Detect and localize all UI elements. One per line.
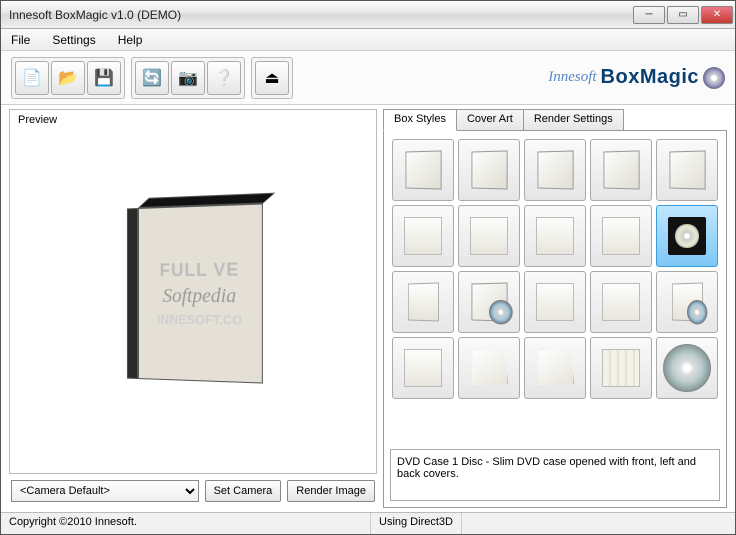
software-box-3-icon — [537, 150, 574, 190]
open-icon: 📂 — [58, 68, 78, 88]
brand-product: BoxMagic — [601, 66, 699, 89]
tabs: Box Styles Cover Art Render Settings — [383, 109, 727, 131]
menu-settings[interactable]: Settings — [48, 31, 99, 49]
curved-sheet-icon — [470, 349, 508, 387]
menubar: File Settings Help — [1, 29, 735, 51]
style-striped-booklet[interactable] — [590, 337, 652, 399]
maximize-button[interactable]: ▭ — [667, 6, 699, 24]
tool-group-file: 📄 📂 💾 — [11, 57, 125, 99]
style-flat-cover-2[interactable] — [458, 205, 520, 267]
styles-grid — [390, 137, 720, 443]
flat-square-1-icon — [536, 283, 574, 321]
thin-box-1-icon — [408, 282, 439, 322]
flat-square-2-icon — [602, 283, 640, 321]
style-software-box-thick[interactable] — [656, 139, 718, 201]
menu-help[interactable]: Help — [114, 31, 147, 49]
new-icon: 📄 — [22, 68, 42, 88]
preview-label: Preview — [16, 114, 59, 126]
content: Preview FULL VE Softpedia INNESOFT.CO — [1, 105, 735, 512]
style-thin-box-1[interactable] — [392, 271, 454, 333]
flat-cover-4-icon — [602, 217, 640, 255]
close-button[interactable]: ✕ — [701, 6, 733, 24]
tab-render-settings[interactable]: Render Settings — [523, 109, 624, 131]
tool-group-exit: ⏏ — [251, 57, 293, 99]
app-window: Innesoft BoxMagic v1.0 (DEMO) ─ ▭ ✕ File… — [0, 0, 736, 535]
menu-file[interactable]: File — [7, 31, 34, 49]
open-button[interactable]: 📂 — [51, 61, 85, 95]
help-button[interactable]: ❔ — [207, 61, 241, 95]
flat-cover-1-icon — [404, 217, 442, 255]
tool-group-actions: 🔄 📷 ❔ — [131, 57, 245, 99]
watermark-1: FULL VE — [160, 259, 240, 281]
save-button[interactable]: 💾 — [87, 61, 121, 95]
exit-icon: ⏏ — [264, 68, 279, 88]
status-engine: Using Direct3D — [371, 513, 462, 534]
watermark-2: Softpedia — [163, 285, 237, 308]
style-flat-panel[interactable] — [392, 337, 454, 399]
flat-panel-icon — [404, 349, 442, 387]
box-with-discs-icon — [471, 282, 508, 322]
disc-only-icon — [663, 344, 711, 392]
new-button[interactable]: 📄 — [15, 61, 49, 95]
style-description: DVD Case 1 Disc - Slim DVD case opened w… — [390, 449, 720, 501]
preview-canvas[interactable]: FULL VE Softpedia INNESOFT.CO — [14, 118, 372, 469]
style-disc-only[interactable] — [656, 337, 718, 399]
style-box-with-discs[interactable] — [458, 271, 520, 333]
toolbar: 📄 📂 💾 🔄 📷 ❔ ⏏ Innesoft BoxMagic — [1, 51, 735, 105]
style-software-box-1[interactable] — [392, 139, 454, 201]
preview-pane: Preview FULL VE Softpedia INNESOFT.CO — [9, 109, 377, 474]
style-flat-cover-3[interactable] — [524, 205, 586, 267]
style-software-box-2[interactable] — [458, 139, 520, 201]
refresh-icon: 🔄 — [142, 68, 162, 88]
software-box-thick-icon — [669, 150, 706, 190]
style-software-box-3[interactable] — [524, 139, 586, 201]
exit-button[interactable]: ⏏ — [255, 61, 289, 95]
help-icon: ❔ — [214, 68, 234, 88]
style-thin-with-disc[interactable] — [656, 271, 718, 333]
bowtie-sheet-icon — [536, 349, 574, 387]
tab-box-styles[interactable]: Box Styles — [383, 109, 457, 131]
software-box-2-icon — [471, 150, 508, 190]
thin-with-disc-icon — [672, 282, 703, 322]
style-flat-cover-4[interactable] — [590, 205, 652, 267]
status-copyright: Copyright ©2010 Innesoft. — [1, 513, 371, 534]
refresh-button[interactable]: 🔄 — [135, 61, 169, 95]
preview-controls: <Camera Default> Set Camera Render Image — [9, 474, 377, 508]
tab-cover-art[interactable]: Cover Art — [456, 109, 524, 131]
software-box-4-icon — [603, 150, 640, 190]
camera-select[interactable]: <Camera Default> — [11, 480, 199, 502]
watermark-3: INNESOFT.CO — [157, 312, 242, 328]
disc-icon — [703, 67, 725, 89]
style-flat-cover-1[interactable] — [392, 205, 454, 267]
render-image-button[interactable]: Render Image — [287, 480, 375, 502]
statusbar: Copyright ©2010 Innesoft. Using Direct3D — [1, 512, 735, 534]
software-box-1-icon — [405, 150, 442, 190]
flat-cover-2-icon — [470, 217, 508, 255]
preview-front: FULL VE Softpedia INNESOFT.CO — [138, 203, 263, 383]
minimize-button[interactable]: ─ — [633, 6, 665, 24]
titlebar: Innesoft BoxMagic v1.0 (DEMO) ─ ▭ ✕ — [1, 1, 735, 29]
snapshot-button[interactable]: 📷 — [171, 61, 205, 95]
preview-box: FULL VE Softpedia INNESOFT.CO — [127, 203, 263, 383]
style-bowtie-sheet[interactable] — [524, 337, 586, 399]
style-curved-sheet[interactable] — [458, 337, 520, 399]
save-icon: 💾 — [94, 68, 114, 88]
style-dvd-case-1-disc[interactable] — [656, 205, 718, 267]
style-flat-square-2[interactable] — [590, 271, 652, 333]
dvd-case-1-disc-icon — [668, 217, 706, 255]
tab-body: DVD Case 1 Disc - Slim DVD case opened w… — [383, 130, 727, 508]
striped-booklet-icon — [602, 349, 640, 387]
camera-icon: 📷 — [178, 68, 198, 88]
style-flat-square-1[interactable] — [524, 271, 586, 333]
flat-cover-3-icon — [536, 217, 574, 255]
set-camera-button[interactable]: Set Camera — [205, 480, 282, 502]
right-pane: Box Styles Cover Art Render Settings DVD… — [383, 109, 727, 508]
brand-company: Innesoft — [548, 69, 596, 86]
style-software-box-4[interactable] — [590, 139, 652, 201]
preview-spine — [127, 208, 138, 379]
window-title: Innesoft BoxMagic v1.0 (DEMO) — [9, 8, 631, 22]
brand: Innesoft BoxMagic — [548, 66, 725, 89]
